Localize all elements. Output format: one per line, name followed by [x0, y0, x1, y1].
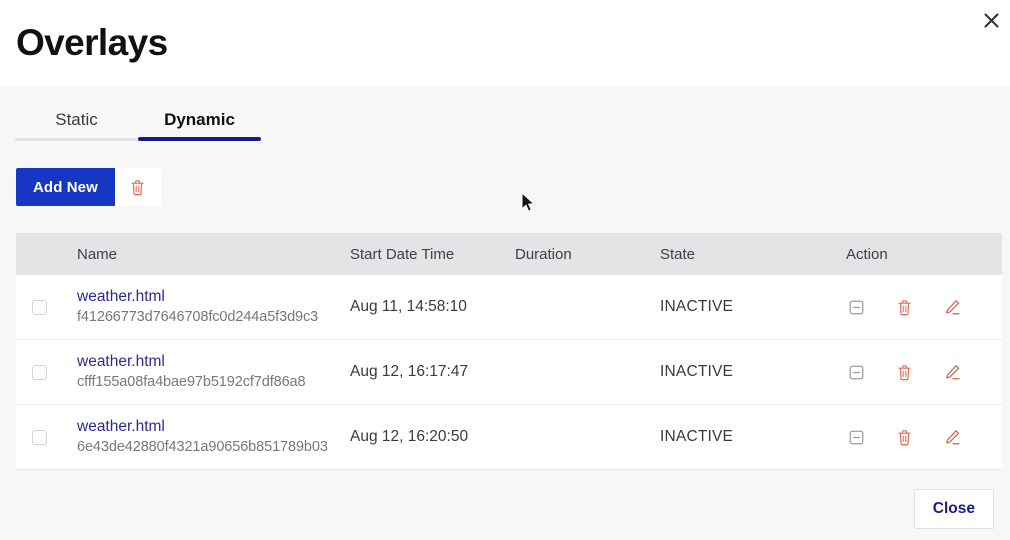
row-checkbox[interactable] — [32, 430, 47, 445]
trash-icon — [897, 364, 912, 381]
toolbar: Add New — [16, 168, 994, 206]
row-action-cell — [846, 297, 1002, 317]
close-x-glyph — [984, 13, 999, 28]
table-row: weather.html 6e43de42880f4321a90656b8517… — [16, 405, 1002, 470]
overlays-modal: Overlays Static Dynamic Add New — [0, 0, 1010, 540]
close-x-icon[interactable] — [976, 5, 1006, 35]
modal-footer: Close — [0, 478, 1010, 540]
row-start-date: Aug 11, 14:58:10 — [350, 298, 515, 316]
edit-row-button[interactable] — [942, 297, 962, 317]
overlay-name-link[interactable]: weather.html — [77, 417, 350, 436]
overlay-name-link[interactable]: weather.html — [77, 287, 350, 306]
stop-icon — [849, 430, 864, 445]
row-state: INACTIVE — [660, 363, 846, 381]
modal-header: Overlays — [0, 0, 1010, 86]
delete-row-button[interactable] — [894, 362, 914, 382]
column-header-name: Name — [62, 246, 350, 263]
row-name-cell: weather.html f41266773d7646708fc0d244a5f… — [62, 287, 350, 327]
column-header-action: Action — [846, 246, 1002, 263]
row-state: INACTIVE — [660, 428, 846, 446]
column-header-duration: Duration — [515, 246, 660, 263]
row-state: INACTIVE — [660, 298, 846, 316]
tab-dynamic[interactable]: Dynamic — [138, 104, 261, 141]
row-select-cell — [16, 365, 62, 380]
row-name-cell: weather.html cfff155a08fa4bae97b5192cf7d… — [62, 352, 350, 392]
row-checkbox[interactable] — [32, 300, 47, 315]
edit-row-button[interactable] — [942, 427, 962, 447]
row-action-cell — [846, 427, 1002, 447]
stop-button[interactable] — [846, 362, 866, 382]
row-actions — [846, 362, 1002, 382]
add-new-button[interactable]: Add New — [16, 168, 115, 206]
modal-body: Static Dynamic Add New Name — [0, 86, 1010, 478]
delete-row-button[interactable] — [894, 297, 914, 317]
row-action-cell — [846, 362, 1002, 382]
trash-icon — [897, 429, 912, 446]
row-select-cell — [16, 430, 62, 445]
delete-row-button[interactable] — [894, 427, 914, 447]
tab-static-underline — [15, 138, 138, 141]
overlay-hash: 6e43de42880f4321a90656b851789b03 — [77, 439, 350, 456]
overlay-hash: f41266773d7646708fc0d244a5f3d9c3 — [77, 309, 350, 326]
page-title: Overlays — [16, 24, 168, 63]
stop-button[interactable] — [846, 427, 866, 447]
stop-icon — [849, 365, 864, 380]
edit-icon — [944, 429, 961, 446]
tab-dynamic-label: Dynamic — [164, 110, 235, 129]
overlays-table: Name Start Date Time Duration State Acti… — [16, 233, 1002, 470]
column-header-state: State — [660, 246, 846, 263]
stop-button[interactable] — [846, 297, 866, 317]
row-select-cell — [16, 300, 62, 315]
tab-static[interactable]: Static — [15, 104, 138, 141]
delete-selected-button[interactable] — [115, 168, 161, 206]
trash-icon — [897, 299, 912, 316]
tab-static-label: Static — [55, 110, 98, 129]
overlay-name-link[interactable]: weather.html — [77, 352, 350, 371]
row-actions — [846, 297, 1002, 317]
stop-icon — [849, 300, 864, 315]
edit-row-button[interactable] — [942, 362, 962, 382]
row-actions — [846, 427, 1002, 447]
row-name-cell: weather.html 6e43de42880f4321a90656b8517… — [62, 417, 350, 457]
edit-icon — [944, 364, 961, 381]
row-checkbox[interactable] — [32, 365, 47, 380]
overlay-hash: cfff155a08fa4bae97b5192cf7df86a8 — [77, 374, 350, 391]
row-start-date: Aug 12, 16:17:47 — [350, 363, 515, 381]
tab-bar: Static Dynamic — [15, 86, 994, 141]
tab-dynamic-underline — [138, 137, 261, 141]
table-row: weather.html cfff155a08fa4bae97b5192cf7d… — [16, 340, 1002, 405]
trash-icon — [130, 179, 145, 196]
row-start-date: Aug 12, 16:20:50 — [350, 428, 515, 446]
table-row: weather.html f41266773d7646708fc0d244a5f… — [16, 275, 1002, 340]
table-header-row: Name Start Date Time Duration State Acti… — [16, 233, 1002, 275]
column-header-start: Start Date Time — [350, 246, 515, 263]
close-button[interactable]: Close — [914, 489, 994, 529]
edit-icon — [944, 299, 961, 316]
